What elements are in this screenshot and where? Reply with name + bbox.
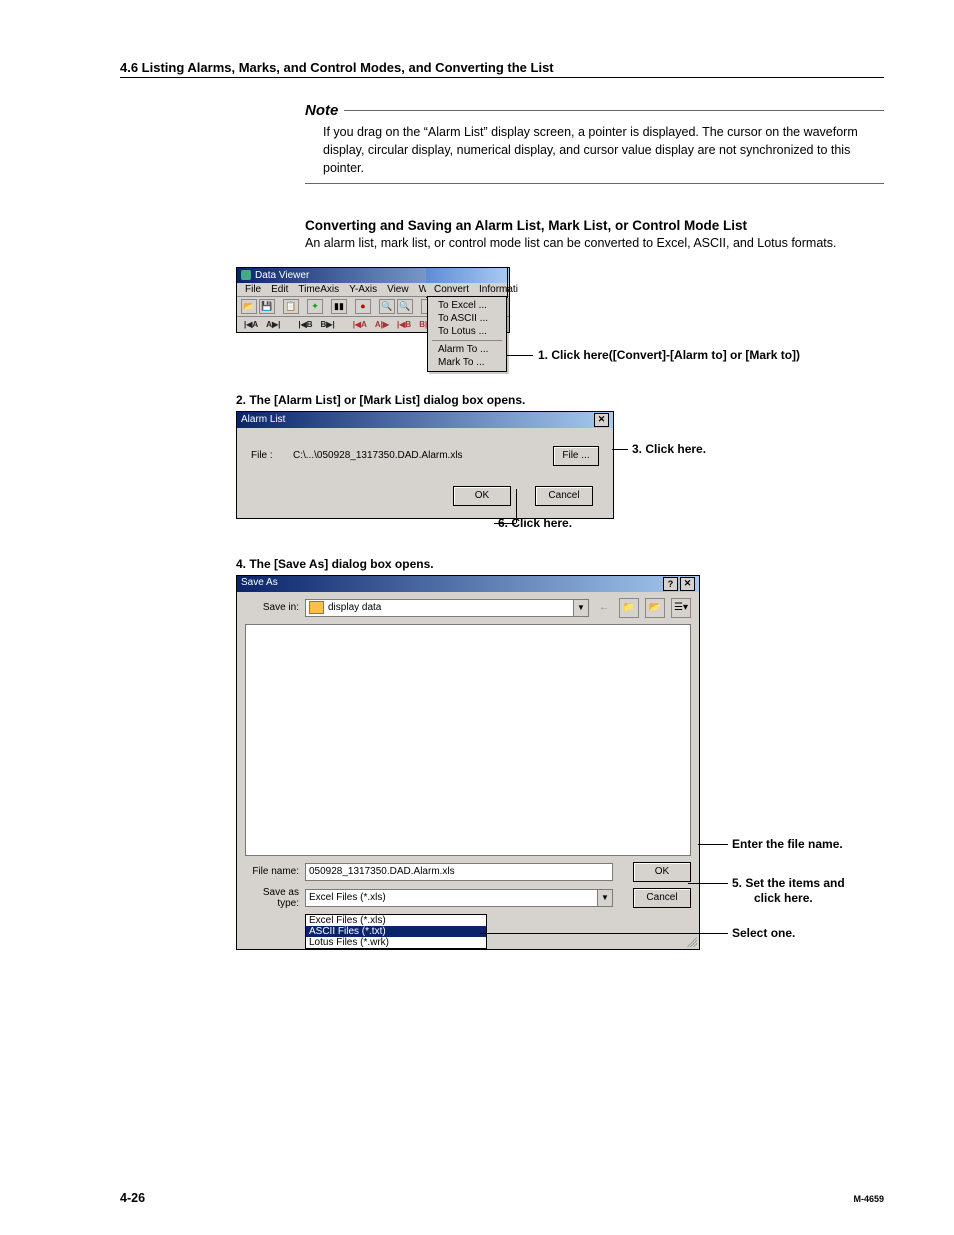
callout-select-one: Select one.	[732, 926, 795, 940]
new-folder-icon[interactable]: 📂	[645, 598, 665, 618]
dialog-title: Alarm List	[241, 414, 285, 425]
callout-1: 1. Click here([Convert]-[Alarm to] or [M…	[538, 348, 800, 362]
menu-view[interactable]: View	[383, 284, 413, 295]
note-title: Note	[305, 102, 338, 119]
menu-item-alarm-to[interactable]: Alarm To ...	[428, 343, 506, 356]
callout-5b: click here.	[754, 891, 813, 905]
up-folder-icon[interactable]: 📁	[619, 598, 639, 618]
note-block: Note If you drag on the “Alarm List” dis…	[305, 102, 884, 184]
dialog-alarm-list: Alarm List ✕ File : C:\...\050928_131735…	[236, 411, 614, 519]
dialog-save-as: Save As ? ✕ Save in: display data ▼ ← 📁 …	[236, 575, 700, 950]
menu-convert[interactable]: Convert	[430, 284, 473, 295]
record-icon[interactable]: ●	[355, 299, 371, 314]
saveas-cancel-button[interactable]: Cancel	[633, 888, 691, 908]
chevron-down-icon[interactable]: ▼	[573, 600, 588, 616]
menu-item-mark-to[interactable]: Mark To ...	[428, 356, 506, 369]
savein-combo[interactable]: display data ▼	[305, 599, 589, 617]
callout-line-enter	[698, 844, 728, 845]
nav-first-a[interactable]: |◀A	[241, 319, 261, 330]
type-option-lotus[interactable]: Lotus Files (*.wrk)	[306, 937, 486, 948]
menu-information[interactable]: Informati	[475, 284, 522, 295]
saveas-title: Save As	[241, 577, 278, 591]
pause-icon[interactable]: ▮▮	[331, 299, 347, 314]
note-rule-top	[344, 110, 884, 111]
callout-enter-filename: Enter the file name.	[732, 837, 843, 851]
close-icon[interactable]: ✕	[680, 577, 695, 591]
nav-last-a2[interactable]: A|▶	[372, 319, 392, 330]
file-type-listbox[interactable]: Excel Files (*.xls) ASCII Files (*.txt) …	[305, 914, 487, 949]
savein-value: display data	[328, 602, 381, 613]
page-footer: 4-26 M-4659	[120, 1191, 884, 1205]
callout-3: 3. Click here.	[632, 442, 706, 456]
views-icon[interactable]: ☰▾	[671, 598, 691, 618]
nav-first-b2[interactable]: |◀B	[394, 319, 414, 330]
type-option-excel[interactable]: Excel Files (*.xls)	[306, 915, 486, 926]
saveastype-value: Excel Files (*.xls)	[309, 892, 386, 903]
cancel-button[interactable]: Cancel	[535, 486, 593, 506]
open-icon[interactable]: 📂	[241, 299, 257, 314]
copy-icon[interactable]: 📋	[283, 299, 299, 314]
nav-first-a2[interactable]: |◀A	[350, 319, 370, 330]
close-icon[interactable]: ✕	[594, 413, 609, 427]
zoom-in-icon[interactable]: 🔍	[379, 299, 395, 314]
callout-line-5	[688, 883, 728, 884]
step-4-label: 4. The [Save As] dialog box opens.	[236, 557, 884, 571]
file-path: C:\...\050928_1317350.DAD.Alarm.xls	[293, 450, 541, 461]
page-number: 4-26	[120, 1191, 145, 1205]
doc-id: M-4659	[853, 1194, 884, 1204]
manual-page: 4.6 Listing Alarms, Marks, and Control M…	[0, 0, 954, 1235]
folder-icon	[309, 601, 324, 614]
resize-grip-icon[interactable]	[687, 937, 697, 947]
ok-button[interactable]: OK	[453, 486, 511, 506]
help-icon[interactable]: ?	[663, 577, 678, 591]
menu-item-to-lotus[interactable]: To Lotus ...	[428, 325, 506, 338]
note-body: If you drag on the “Alarm List” display …	[305, 119, 884, 181]
app-icon	[241, 270, 251, 280]
section-header: 4.6 Listing Alarms, Marks, and Control M…	[120, 60, 884, 78]
menu-file[interactable]: File	[241, 284, 265, 295]
callout-6: 6. Click here.	[498, 516, 572, 530]
back-icon[interactable]: ←	[595, 599, 613, 617]
callout-line-1	[507, 355, 533, 356]
zoom-out-icon[interactable]: 🔍	[397, 299, 413, 314]
convert-dropdown: To Excel ... To ASCII ... To Lotus ... A…	[427, 296, 507, 372]
nav-last-b[interactable]: B▶|	[318, 319, 338, 330]
savein-label: Save in:	[245, 602, 299, 613]
menu-item-to-excel[interactable]: To Excel ...	[428, 299, 506, 312]
note-rule-bottom	[305, 183, 884, 184]
saveas-ok-button[interactable]: OK	[633, 862, 691, 882]
subsection-paragraph: An alarm list, mark list, or control mod…	[305, 235, 884, 253]
step-2-label: 2. The [Alarm List] or [Mark List] dialo…	[236, 393, 884, 407]
menu-yaxis[interactable]: Y-Axis	[345, 284, 381, 295]
subsection-heading: Converting and Saving an Alarm List, Mar…	[305, 218, 884, 233]
nav-last-a[interactable]: A▶|	[263, 319, 283, 330]
saveastype-combo[interactable]: Excel Files (*.xls) ▼	[305, 889, 613, 907]
saveastype-label: Save as type:	[245, 887, 299, 909]
filename-label: File name:	[245, 866, 299, 877]
callout-line-select	[480, 933, 728, 934]
chevron-down-icon[interactable]: ▼	[597, 890, 612, 906]
tool-icon-a[interactable]: ✦	[307, 299, 323, 314]
window-menu-extension: Convert Informati	[426, 267, 508, 298]
type-option-ascii[interactable]: ASCII Files (*.txt)	[306, 926, 486, 937]
callout-line-3	[612, 449, 628, 450]
menu-timeaxis[interactable]: TimeAxis	[294, 284, 343, 295]
window-title: Data Viewer	[255, 270, 309, 281]
file-label: File :	[251, 450, 281, 461]
file-list-area[interactable]	[245, 624, 691, 856]
save-icon[interactable]: 💾	[259, 299, 275, 314]
filename-input[interactable]: 050928_1317350.DAD.Alarm.xls	[305, 863, 613, 881]
menu-item-to-ascii[interactable]: To ASCII ...	[428, 312, 506, 325]
menu-edit[interactable]: Edit	[267, 284, 292, 295]
callout-5a: 5. Set the items and	[732, 876, 845, 890]
file-browse-button[interactable]: File ...	[553, 446, 599, 466]
nav-first-b[interactable]: |◀B	[295, 319, 315, 330]
